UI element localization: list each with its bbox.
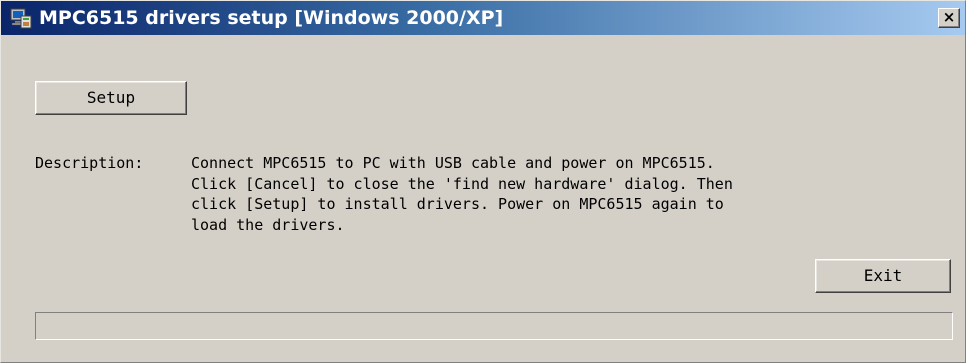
description-line: Connect MPC6515 to PC with USB cable and…: [191, 154, 715, 172]
description-line: Click [Cancel] to close the 'find new ha…: [191, 174, 733, 193]
progress-bar: [35, 312, 953, 340]
description-line: load the drivers.: [191, 215, 345, 234]
close-icon: ×: [942, 8, 956, 26]
close-button[interactable]: ×: [938, 8, 960, 28]
setup-button[interactable]: Setup: [35, 81, 187, 115]
exit-button[interactable]: Exit: [815, 259, 951, 293]
window-title: MPC6515 drivers setup [Windows 2000/XP]: [39, 7, 504, 29]
description-line: click [Setup] to install drivers. Power …: [191, 195, 724, 213]
setup-computer-icon: [9, 6, 33, 30]
title-bar[interactable]: MPC6515 drivers setup [Windows 2000/XP] …: [1, 1, 965, 35]
setup-dialog-window: MPC6515 drivers setup [Windows 2000/XP] …: [0, 0, 966, 363]
description-label: Description:: [35, 154, 144, 172]
description-text: Connect MPC6515 to PC with USB cable and…: [191, 153, 961, 235]
